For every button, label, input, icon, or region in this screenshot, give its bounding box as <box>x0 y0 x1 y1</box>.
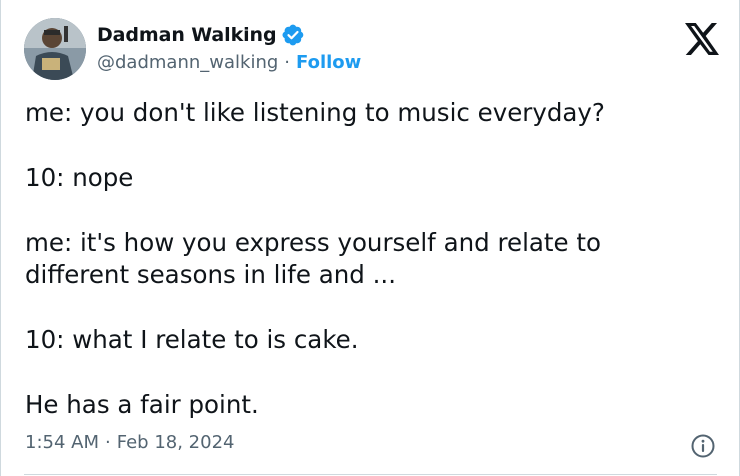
follow-button[interactable]: Follow <box>296 52 361 73</box>
tweet-paragraph: me: you don't like listening to music ev… <box>25 98 605 127</box>
author-handle-row: @dadmann_walking · Follow <box>97 52 361 73</box>
tweet-timestamp[interactable]: 1:54 AM · Feb 18, 2024 <box>25 432 234 453</box>
tweet-time: 1:54 AM <box>25 432 99 453</box>
tweet-text: me: you don't like listening to music ev… <box>25 97 725 421</box>
tweet-paragraph: 10: nope <box>25 163 134 192</box>
handle-separator: · <box>284 52 291 73</box>
x-logo-icon[interactable] <box>685 23 719 55</box>
tweet-date: Feb 18, 2024 <box>116 432 235 453</box>
avatar-image <box>24 18 86 80</box>
card-divider <box>24 474 717 475</box>
tweet-paragraph: me: it's how you express yourself and re… <box>25 228 601 289</box>
tweet-paragraph: 10: what I relate to is cake. <box>25 325 359 354</box>
info-icon[interactable] <box>690 433 716 459</box>
author-handle[interactable]: @dadmann_walking <box>97 52 278 73</box>
timestamp-separator: · <box>105 432 111 453</box>
tweet-paragraph: He has a fair point. <box>25 390 259 419</box>
avatar[interactable] <box>24 18 86 80</box>
verified-badge-icon <box>282 24 304 46</box>
author-display-name[interactable]: Dadman Walking <box>97 24 277 46</box>
tweet-card: Dadman Walking @dadmann_walking · Follow… <box>0 0 740 476</box>
author-name-row: Dadman Walking <box>97 24 304 46</box>
